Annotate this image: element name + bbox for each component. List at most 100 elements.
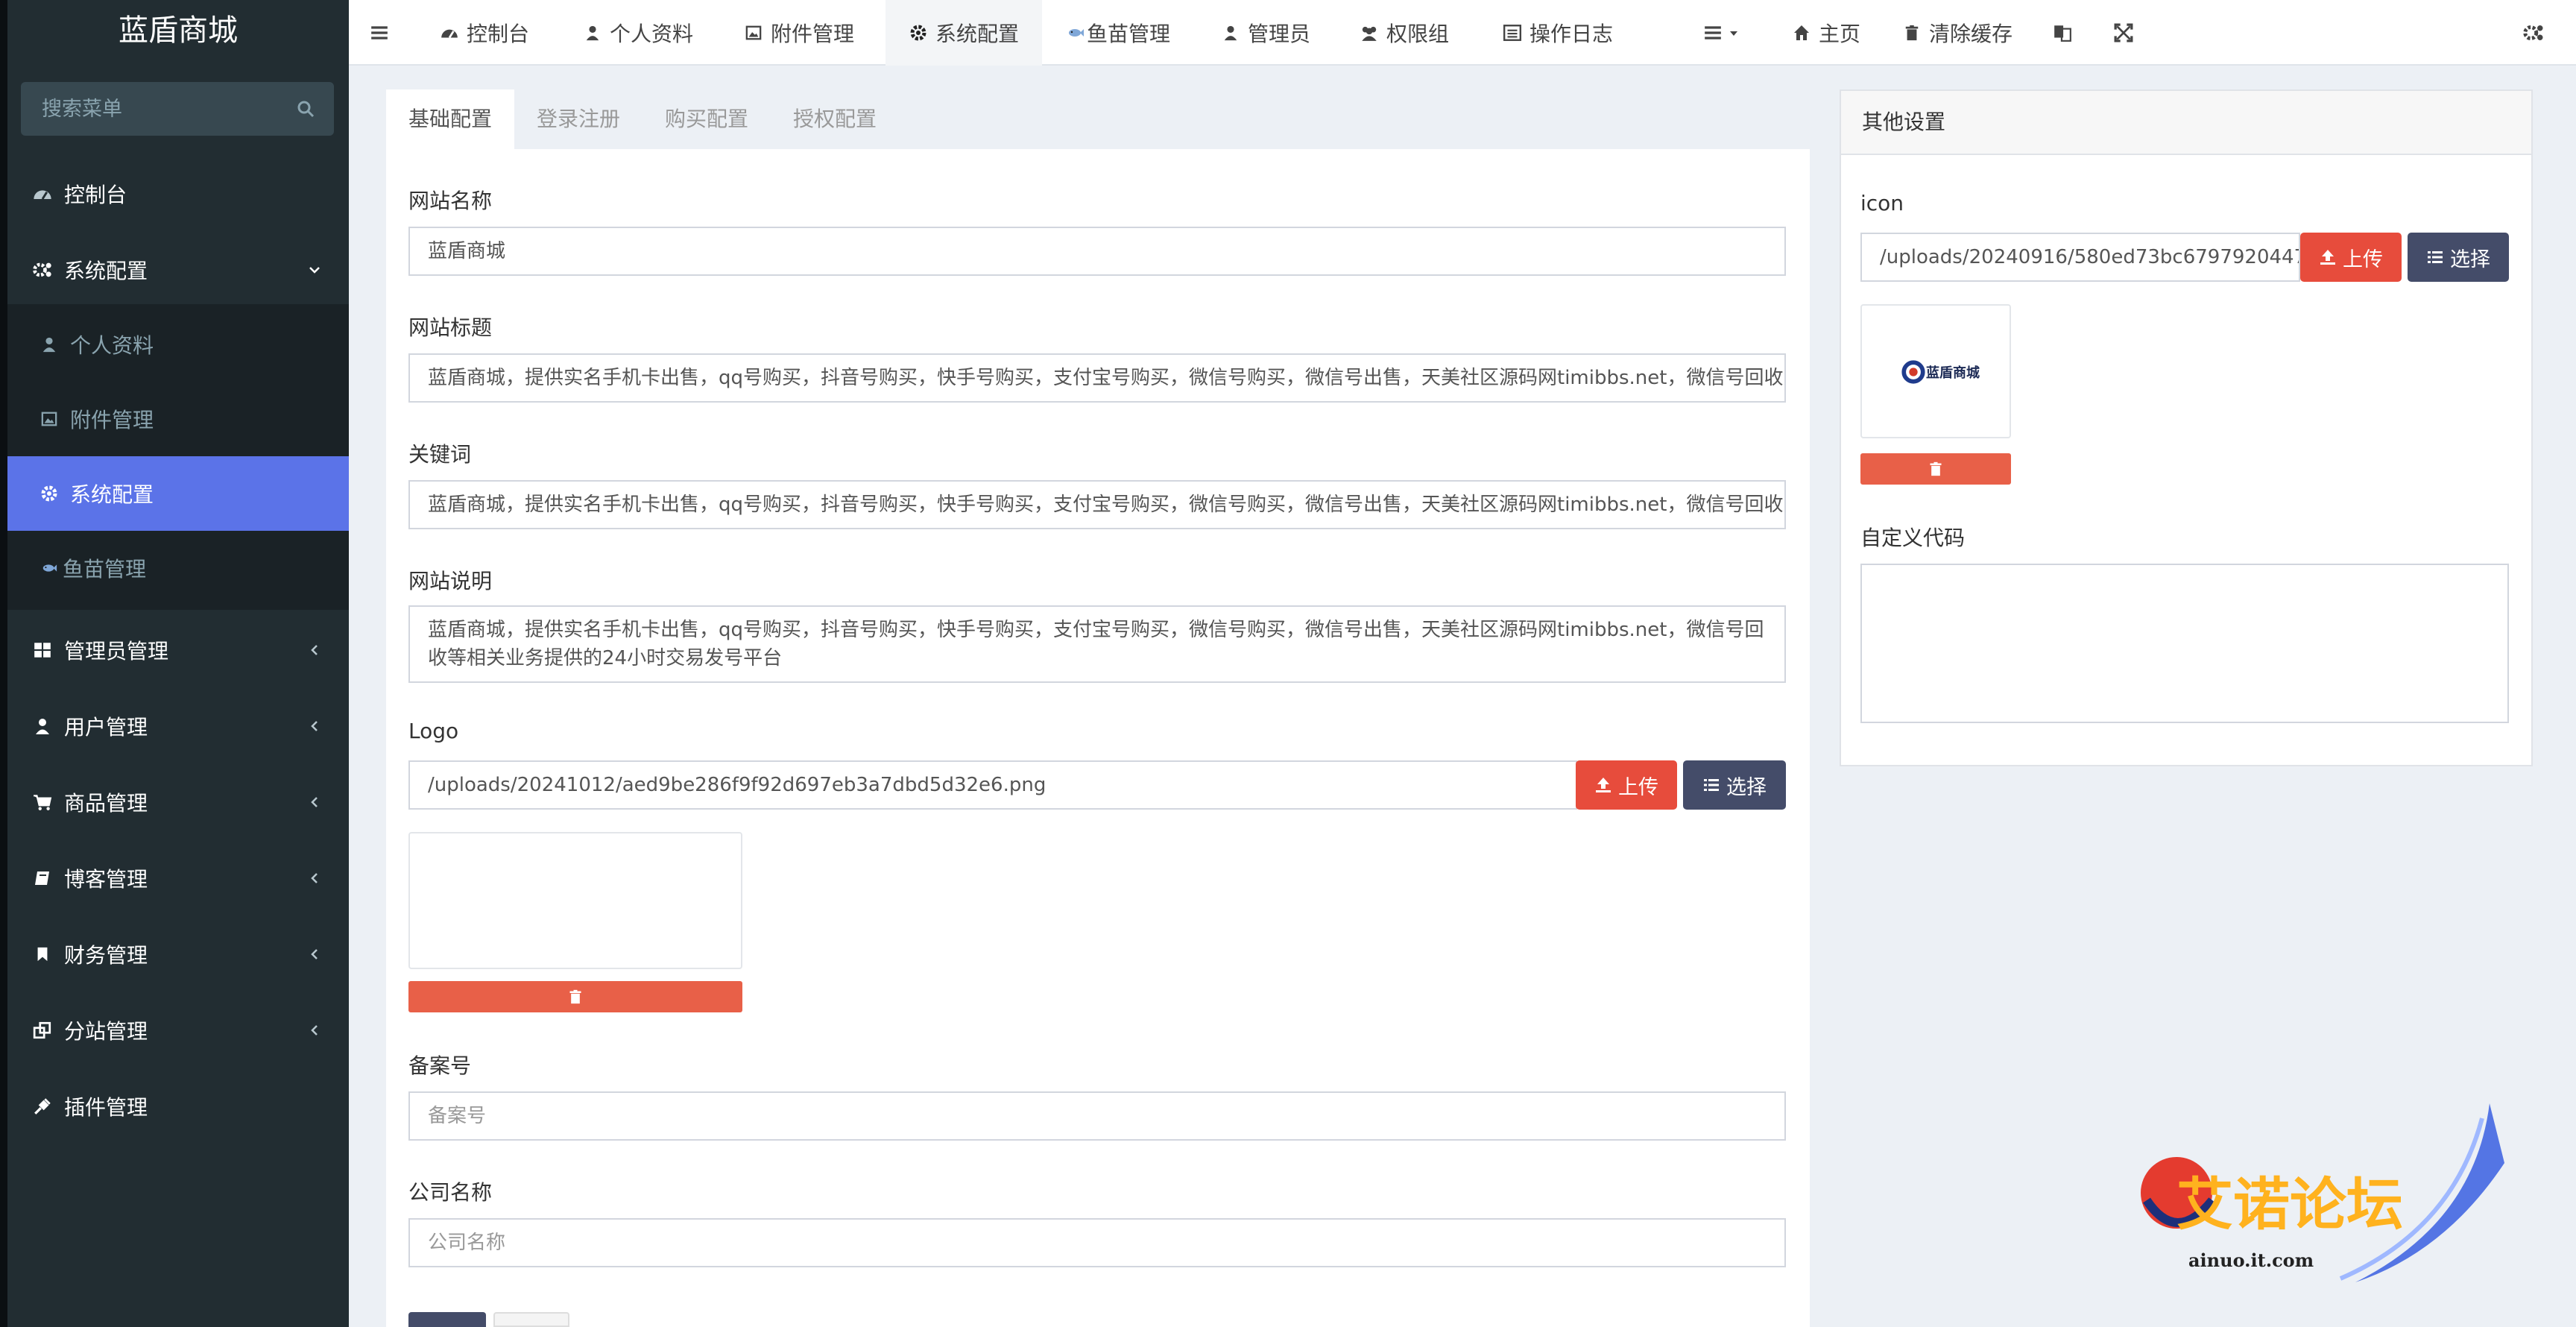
icon-preview: 蓝盾商城 bbox=[1860, 304, 2011, 438]
logo-label: Logo bbox=[408, 719, 459, 743]
logo-path-input[interactable]: /uploads/20241012/aed9be286f9f92d697eb3a… bbox=[408, 760, 1577, 810]
sidebar-subitem-fish[interactable]: 鱼苗管理 bbox=[7, 531, 349, 605]
tab-system-config[interactable]: 系统配置 bbox=[886, 0, 1042, 66]
nav-home[interactable]: 主页 bbox=[1792, 0, 1860, 66]
sidebar-item-products[interactable]: 商品管理 bbox=[7, 765, 349, 839]
reset-button[interactable] bbox=[493, 1312, 569, 1327]
tab-label: 系统配置 bbox=[935, 22, 1019, 46]
tab-admin[interactable]: 管理员 bbox=[1221, 0, 1310, 66]
home-icon bbox=[1792, 23, 1811, 42]
site-name-input[interactable]: 蓝盾商城 bbox=[408, 227, 1786, 276]
sidebar-item-dashboard[interactable]: 控制台 bbox=[7, 157, 349, 231]
tab-auth-config[interactable]: 授权配置 bbox=[771, 89, 899, 149]
site-title-label: 网站标题 bbox=[408, 315, 493, 340]
sidebar-toggle[interactable] bbox=[370, 0, 407, 66]
logo-preview bbox=[408, 832, 742, 969]
sidebar-item-label: 商品管理 bbox=[64, 791, 148, 816]
watermark-logo: 艾诺论坛 ainuo.it.com bbox=[2132, 1103, 2504, 1297]
sidebar-item-admin[interactable]: 管理员管理 bbox=[7, 613, 349, 687]
tab-basic-config[interactable]: 基础配置 bbox=[386, 89, 515, 149]
tab-label: 鱼苗管理 bbox=[1087, 22, 1171, 46]
nav-fullscreen[interactable] bbox=[2114, 0, 2133, 66]
nav-clear-cache[interactable]: 清除缓存 bbox=[1902, 0, 2012, 66]
icon-upload-button[interactable]: 上传 bbox=[2300, 233, 2402, 282]
user-icon bbox=[31, 715, 54, 737]
search-icon[interactable] bbox=[297, 100, 315, 118]
cogs-icon bbox=[2523, 25, 2543, 40]
tab-fish[interactable]: 鱼苗管理 bbox=[1066, 0, 1170, 66]
tab-dashboard[interactable]: 控制台 bbox=[440, 0, 529, 66]
book-icon bbox=[31, 867, 54, 889]
icp-label: 备案号 bbox=[408, 1053, 472, 1078]
icon-label: icon bbox=[1860, 191, 1904, 215]
submit-button[interactable] bbox=[408, 1312, 486, 1327]
sidebar-item-label: 插件管理 bbox=[64, 1095, 148, 1120]
sidebar-subitem-attachments[interactable]: 附件管理 bbox=[7, 382, 349, 456]
tab-purchase-config[interactable]: 购买配置 bbox=[643, 89, 771, 149]
nav-translate[interactable] bbox=[2053, 0, 2072, 66]
sidebar-item-system[interactable]: 系统配置 bbox=[7, 233, 349, 307]
sidebar-item-plugins[interactable]: 插件管理 bbox=[7, 1069, 349, 1144]
icon-preview-text: 蓝盾商城 bbox=[1926, 365, 1980, 381]
tab-label: 操作日志 bbox=[1530, 22, 1614, 46]
image-icon bbox=[744, 23, 763, 42]
button-label: 上传 bbox=[1618, 775, 1658, 799]
icp-input[interactable]: 备案号 bbox=[408, 1091, 1786, 1141]
sidebar-item-users[interactable]: 用户管理 bbox=[7, 689, 349, 763]
site-title-input[interactable]: 蓝盾商城，提供实名手机卡出售，qq号购买，抖音号购买，快手号购买，支付宝号购买，… bbox=[408, 353, 1786, 403]
gear-icon bbox=[39, 483, 60, 504]
chevron-left-icon bbox=[311, 1025, 318, 1036]
logo-delete-button[interactable] bbox=[408, 981, 742, 1012]
chevron-left-icon bbox=[311, 797, 318, 807]
custom-code-label: 自定义代码 bbox=[1860, 526, 1966, 550]
bookmark-icon bbox=[31, 943, 54, 965]
sidebar-item-label: 管理员管理 bbox=[64, 639, 169, 664]
nav-label: 主页 bbox=[1819, 22, 1861, 46]
search-input[interactable] bbox=[21, 82, 289, 136]
icon-path-input[interactable]: /uploads/20240916/580ed73bc67979204479a bbox=[1860, 233, 2300, 282]
tab-login-register[interactable]: 登录注册 bbox=[514, 89, 643, 149]
chevron-down-icon bbox=[309, 267, 320, 274]
tab-label: 控制台 bbox=[467, 22, 530, 46]
icon-select-button[interactable]: 选择 bbox=[2408, 233, 2509, 282]
sidebar-search bbox=[21, 82, 334, 136]
tab-permission-group[interactable]: 权限组 bbox=[1360, 0, 1449, 66]
caret-down-icon bbox=[1730, 31, 1737, 36]
watermark-url: ainuo.it.com bbox=[2188, 1249, 2314, 1271]
icon-delete-button[interactable] bbox=[1860, 453, 2011, 485]
keywords-input[interactable]: 蓝盾商城，提供实名手机卡出售，qq号购买，抖音号购买，快手号购买，支付宝号购买，… bbox=[408, 480, 1786, 529]
config-tabs: 基础配置 登录注册 购买配置 授权配置 bbox=[386, 89, 1810, 149]
company-input[interactable]: 公司名称 bbox=[408, 1218, 1786, 1267]
tabs-dropdown[interactable] bbox=[1702, 0, 1740, 66]
brand-logo-text[interactable]: 蓝盾商城 bbox=[7, 0, 349, 61]
sidebar-subitem-profile[interactable]: 个人资料 bbox=[7, 307, 349, 382]
logo-upload-button[interactable]: 上传 bbox=[1576, 760, 1677, 810]
cart-icon bbox=[31, 791, 54, 813]
nav-settings[interactable] bbox=[2522, 0, 2545, 66]
site-desc-textarea[interactable]: 蓝盾商城，提供实名手机卡出售，qq号购买，抖音号购买，快手号购买，支付宝号购买，… bbox=[408, 605, 1786, 683]
tab-label: 权限组 bbox=[1386, 22, 1450, 46]
hamburger-icon bbox=[371, 26, 388, 40]
tab-profile[interactable]: 个人资料 bbox=[583, 0, 693, 66]
sidebar-item-finance[interactable]: 财务管理 bbox=[7, 917, 349, 992]
sidebar-subitem-label: 系统配置 bbox=[70, 482, 154, 507]
upload-icon bbox=[1596, 778, 1611, 792]
site-name-label: 网站名称 bbox=[408, 189, 493, 213]
tab-operation-log[interactable]: 操作日志 bbox=[1503, 0, 1613, 66]
logo-select-button[interactable]: 选择 bbox=[1683, 760, 1786, 810]
custom-code-textarea[interactable] bbox=[1860, 564, 2509, 723]
user-icon bbox=[583, 23, 602, 42]
tab-attachments[interactable]: 附件管理 bbox=[744, 0, 854, 66]
sidebar-item-substation[interactable]: 分站管理 bbox=[7, 993, 349, 1068]
tab-label: 个人资料 bbox=[610, 22, 694, 46]
sidebar-item-blog[interactable]: 博客管理 bbox=[7, 841, 349, 915]
cogs-icon bbox=[31, 259, 54, 281]
fullscreen-icon bbox=[2114, 23, 2133, 42]
user-icon bbox=[1221, 23, 1240, 42]
chevron-left-icon bbox=[311, 645, 318, 655]
image-icon bbox=[39, 409, 60, 429]
tab-label: 管理员 bbox=[1248, 22, 1311, 46]
sidebar-subitem-system-config[interactable]: 系统配置 bbox=[7, 456, 349, 531]
sidebar-subitem-label: 附件管理 bbox=[70, 408, 154, 432]
translate-icon bbox=[2054, 25, 2071, 42]
